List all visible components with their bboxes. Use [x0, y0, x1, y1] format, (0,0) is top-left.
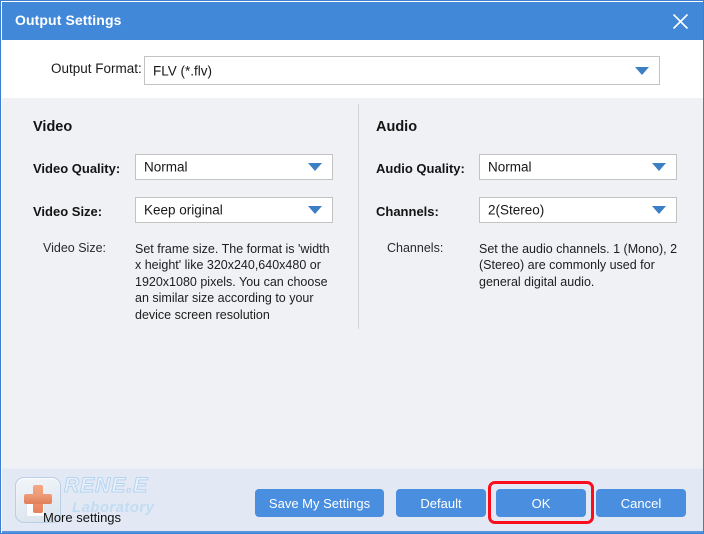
save-my-settings-button[interactable]: Save My Settings: [255, 489, 384, 517]
output-format-value: FLV (*.flv): [153, 63, 213, 78]
footer-accent-line: [2, 531, 703, 533]
video-size-label: Video Size:: [33, 204, 103, 219]
channels-hint-text: Set the audio channels. 1 (Mono), 2 (Ste…: [479, 242, 678, 289]
chevron-down-icon: [635, 66, 649, 75]
output-format-label: Output Format:: [51, 61, 142, 76]
chevron-down-icon: [308, 206, 322, 214]
chevron-down-icon: [308, 163, 322, 171]
output-format-select[interactable]: FLV (*.flv): [144, 56, 660, 85]
audio-quality-label: Audio Quality:: [376, 161, 465, 176]
output-format-row: Output Format: FLV (*.flv): [2, 40, 703, 98]
channels-value: 2(Stereo): [488, 202, 545, 218]
video-quality-label: Video Quality:: [33, 161, 121, 176]
video-size-hint-label: Video Size:: [43, 241, 107, 255]
title-bar: Output Settings: [2, 2, 703, 40]
default-button[interactable]: Default: [396, 489, 486, 517]
channels-select[interactable]: 2(Stereo): [479, 197, 677, 223]
icon-cross-horizontal: [24, 494, 52, 504]
audio-quality-value: Normal: [488, 159, 532, 175]
chevron-down-icon: [652, 206, 666, 214]
video-size-hint-text: Set frame size. The format is 'width x h…: [135, 242, 330, 322]
cancel-button[interactable]: Cancel: [596, 489, 686, 517]
video-quality-select[interactable]: Normal: [135, 154, 333, 180]
video-quality-value: Normal: [144, 159, 188, 175]
more-settings-label[interactable]: More settings: [43, 510, 121, 525]
ok-button[interactable]: OK: [496, 489, 586, 517]
settings-panel: Video Video Quality: Normal Video Size: …: [2, 98, 703, 468]
channels-label: Channels:: [376, 204, 439, 219]
video-section-title: Video: [33, 119, 73, 135]
chevron-down-icon: [652, 163, 666, 171]
video-size-select[interactable]: Keep original: [135, 197, 333, 223]
close-icon[interactable]: [662, 4, 698, 38]
channels-hint-label: Channels:: [387, 241, 444, 255]
audio-section-title: Audio: [376, 119, 418, 135]
watermark-main-text: RENE.E: [63, 474, 149, 498]
column-divider: [358, 104, 359, 329]
audio-quality-select[interactable]: Normal: [479, 154, 677, 180]
output-settings-dialog: Output Settings Output Format: FLV (*.fl…: [0, 0, 704, 534]
window-title: Output Settings: [15, 12, 122, 28]
video-size-value: Keep original: [144, 202, 223, 218]
